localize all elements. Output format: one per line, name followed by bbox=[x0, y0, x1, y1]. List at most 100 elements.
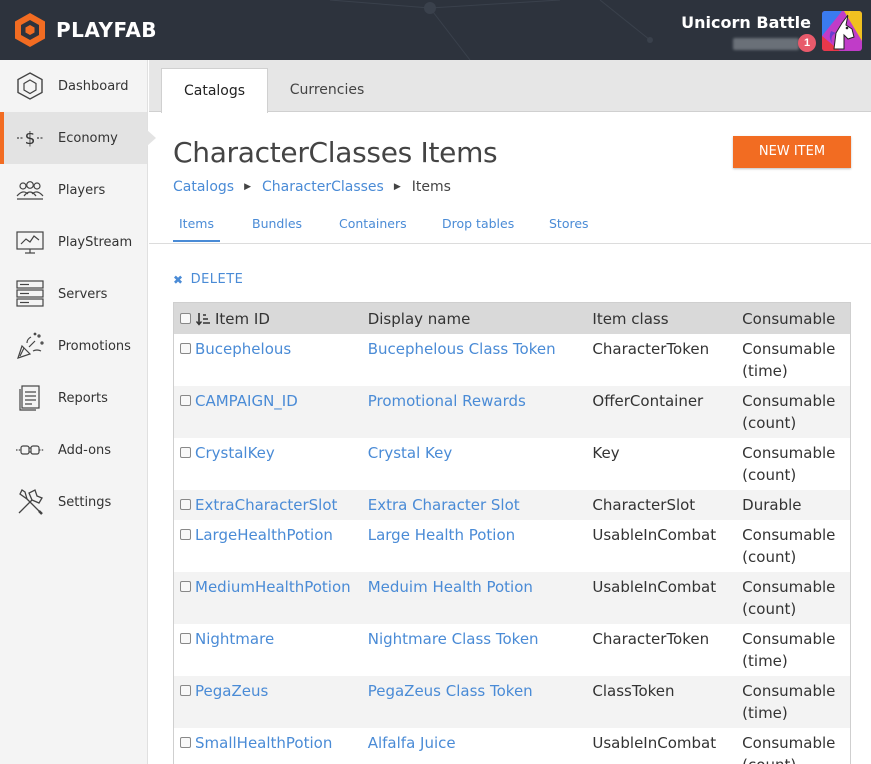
sidebar-item-players[interactable]: Players bbox=[0, 164, 147, 216]
display-name-link[interactable]: Crystal Key bbox=[368, 444, 453, 462]
item-class: UsableInCombat bbox=[592, 578, 717, 596]
item-id-link[interactable]: PegaZeus bbox=[195, 680, 268, 702]
sidebar-item-label: Reports bbox=[58, 390, 108, 406]
consumable-text: Consumable bbox=[742, 734, 836, 752]
row-checkbox[interactable] bbox=[180, 499, 191, 510]
item-class: UsableInCombat bbox=[592, 526, 717, 544]
consumable-text: (time) bbox=[742, 704, 788, 722]
svg-text:$: $ bbox=[25, 129, 36, 149]
sidebar-item-label: Servers bbox=[58, 286, 108, 302]
tab-catalogs[interactable]: Catalogs bbox=[161, 68, 268, 113]
item-class: CharacterToken bbox=[592, 340, 710, 358]
row-checkbox[interactable] bbox=[180, 343, 191, 354]
display-name-link[interactable]: PegaZeus Class Token bbox=[368, 682, 533, 700]
breadcrumb-separator-icon: ▶ bbox=[244, 182, 251, 192]
row-checkbox[interactable] bbox=[180, 395, 191, 406]
table-row[interactable]: ExtraCharacterSlot Extra Character Slot Ch… bbox=[174, 490, 850, 520]
item-id-link[interactable]: SmallHealthPotion bbox=[195, 732, 332, 754]
display-name-link[interactable]: Bucephelous Class Token bbox=[368, 340, 556, 358]
avatar[interactable] bbox=[822, 11, 862, 51]
display-name-link[interactable]: Promotional Rewards bbox=[368, 392, 526, 410]
header-item-class[interactable]: Item class bbox=[592, 310, 742, 328]
sidebar-item-add-ons[interactable]: Add-ons bbox=[0, 424, 147, 476]
select-all-checkbox[interactable] bbox=[180, 313, 191, 324]
tab-currencies[interactable]: Currencies bbox=[277, 68, 377, 113]
sidebar-item-label: PlayStream bbox=[58, 234, 133, 250]
players-icon bbox=[14, 174, 46, 206]
sidebar: Dashboard $ Economy Players PlayStream S… bbox=[0, 60, 156, 764]
row-checkbox[interactable] bbox=[180, 581, 191, 592]
servers-icon bbox=[14, 278, 46, 310]
sidebar-item-label: Players bbox=[58, 182, 106, 198]
header-consumable[interactable]: Consumable bbox=[742, 308, 850, 330]
consumable-text: (time) bbox=[742, 362, 788, 380]
consumable-text: (count) bbox=[742, 414, 797, 432]
display-name-link[interactable]: Nightmare Class Token bbox=[368, 630, 539, 648]
sidebar-item-reports[interactable]: Reports bbox=[0, 372, 147, 424]
display-name-link[interactable]: Meduim Health Potion bbox=[368, 578, 533, 596]
table-row[interactable]: LargeHealthPotion Large Health Potion Usab… bbox=[174, 520, 850, 572]
sidebar-item-servers[interactable]: Servers bbox=[0, 268, 147, 320]
item-id-link[interactable]: Bucephelous bbox=[195, 338, 291, 360]
subtab-stores[interactable]: Stores bbox=[549, 216, 589, 231]
item-id-link[interactable]: Nightmare bbox=[195, 628, 274, 650]
table-row[interactable]: Nightmare Nightmare Class Token CharacterT… bbox=[174, 624, 850, 676]
table-row[interactable]: SmallHealthPotion Alfalfa Juice UsableInCo… bbox=[174, 728, 850, 764]
table-row[interactable]: CrystalKey Crystal Key Key Consumable (count… bbox=[174, 438, 850, 490]
tools-icon bbox=[14, 486, 46, 518]
display-name-link[interactable]: Large Health Potion bbox=[368, 526, 515, 544]
table-row[interactable]: MediumHealthPotion Meduim Health Potion Us… bbox=[174, 572, 850, 624]
sidebar-item-economy[interactable]: $ Economy bbox=[0, 112, 156, 164]
subtab-items[interactable]: Items bbox=[173, 216, 220, 242]
sort-icon[interactable] bbox=[196, 312, 210, 326]
table-row[interactable]: PegaZeus PegaZeus Class Token ClassToken Co… bbox=[174, 676, 850, 728]
breadcrumb-characterclasses[interactable]: CharacterClasses bbox=[262, 179, 384, 195]
sidebar-item-label: Promotions bbox=[58, 338, 131, 354]
row-checkbox[interactable] bbox=[180, 447, 191, 458]
item-id-link[interactable]: MediumHealthPotion bbox=[195, 576, 351, 598]
table-row[interactable]: CAMPAIGN_ID Promotional Rewards OfferConta… bbox=[174, 386, 850, 438]
sidebar-item-label: Settings bbox=[58, 494, 112, 510]
item-id-link[interactable]: CrystalKey bbox=[195, 442, 275, 464]
table-row[interactable]: Bucephelous Bucephelous Class Token Charac… bbox=[174, 334, 850, 386]
subtab-drop-tables[interactable]: Drop tables bbox=[442, 216, 514, 231]
delete-label: DELETE bbox=[190, 272, 244, 287]
consumable-text: Consumable bbox=[742, 578, 836, 596]
item-id-link[interactable]: CAMPAIGN_ID bbox=[195, 390, 298, 412]
subtab-containers[interactable]: Containers bbox=[339, 216, 407, 231]
sidebar-item-label: Economy bbox=[58, 130, 118, 146]
consumable-text: Durable bbox=[742, 496, 802, 514]
subtab-bundles[interactable]: Bundles bbox=[252, 216, 302, 231]
item-id-link[interactable]: LargeHealthPotion bbox=[195, 524, 333, 546]
title-name[interactable]: Unicorn Battle bbox=[681, 13, 811, 32]
reports-icon bbox=[14, 382, 46, 414]
sidebar-item-dashboard[interactable]: Dashboard bbox=[0, 60, 147, 112]
title-id-blurred bbox=[733, 38, 799, 50]
row-checkbox[interactable] bbox=[180, 737, 191, 748]
breadcrumb-separator-icon: ▶ bbox=[393, 182, 401, 192]
new-item-button[interactable]: NEW ITEM bbox=[733, 136, 851, 168]
delete-button[interactable]: ✖ DELETE bbox=[173, 272, 243, 287]
row-checkbox[interactable] bbox=[180, 529, 191, 540]
sidebar-item-settings[interactable]: Settings bbox=[0, 476, 147, 528]
display-name-link[interactable]: Extra Character Slot bbox=[368, 496, 520, 514]
item-id-link[interactable]: ExtraCharacterSlot bbox=[195, 494, 337, 516]
row-checkbox[interactable] bbox=[180, 633, 191, 644]
consumable-text: Consumable bbox=[742, 444, 836, 462]
tab-bar: Catalogs Currencies bbox=[149, 60, 871, 113]
dollar-icon: $ bbox=[14, 122, 46, 154]
header-display-name[interactable]: Display name bbox=[368, 310, 593, 328]
hexagon-icon bbox=[14, 70, 46, 102]
consumable-text: (count) bbox=[742, 754, 850, 764]
notification-badge[interactable]: 1 bbox=[798, 34, 816, 52]
sidebar-item-playstream[interactable]: PlayStream bbox=[0, 216, 147, 268]
sidebar-item-label: Add-ons bbox=[58, 442, 112, 458]
page-title: CharacterClasses Items bbox=[173, 136, 498, 169]
header-item-id[interactable]: Item ID bbox=[215, 310, 270, 328]
display-name-link[interactable]: Alfalfa Juice bbox=[368, 734, 456, 752]
item-class: CharacterSlot bbox=[592, 496, 696, 514]
playfab-logo[interactable]: PLAYFAB bbox=[13, 12, 157, 48]
breadcrumb-catalogs[interactable]: Catalogs bbox=[173, 179, 234, 195]
row-checkbox[interactable] bbox=[180, 685, 191, 696]
sidebar-item-promotions[interactable]: Promotions bbox=[0, 320, 147, 372]
